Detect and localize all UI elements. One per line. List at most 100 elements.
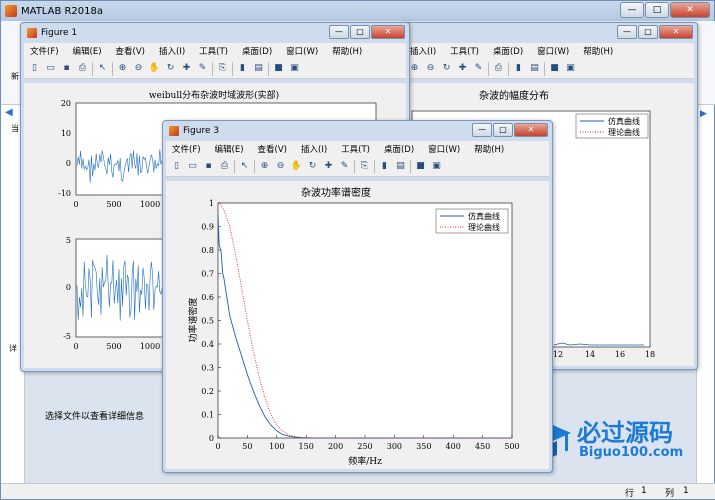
- fig3-colorbar-icon[interactable]: ▮: [378, 160, 391, 173]
- fig3-toolbar-separator: [374, 159, 375, 174]
- fig1-show-plottools-icon[interactable]: ▣: [288, 62, 301, 75]
- fig2-brush-icon[interactable]: ✎: [472, 62, 485, 75]
- chart-xlabel: 频率/Hz: [348, 455, 382, 467]
- fig2-maximize-button[interactable]: □: [638, 25, 658, 39]
- fig1-rotate-icon[interactable]: ↻: [164, 62, 177, 75]
- details-label: 详: [9, 344, 17, 353]
- fig1-datacursor-icon[interactable]: ✚: [180, 62, 193, 75]
- figure-3-titlebar: Figure 3 — □ ✕: [163, 121, 552, 141]
- fig1-open-icon[interactable]: ▭: [44, 62, 57, 75]
- fig2-minimize-button[interactable]: —: [617, 25, 637, 39]
- fig1-top-xtick: 1000: [140, 200, 160, 209]
- fig3-print-icon[interactable]: ⎙: [218, 160, 231, 173]
- fig2-legend-sim: 仿真曲线: [608, 116, 640, 126]
- fig3-new-figure-icon[interactable]: ▯: [170, 160, 183, 173]
- fig3-datacursor-icon[interactable]: ✚: [322, 160, 335, 173]
- fig3-brush-icon[interactable]: ✎: [338, 160, 351, 173]
- fig1-colorbar-icon[interactable]: ▮: [236, 62, 249, 75]
- fig2-colorbar-icon[interactable]: ▮: [512, 62, 525, 75]
- fig2-menu-desktop[interactable]: 桌面(D): [493, 45, 523, 57]
- fig1-brush-icon[interactable]: ✎: [196, 62, 209, 75]
- minimize-button[interactable]: —: [620, 2, 644, 18]
- fig1-menu-tools[interactable]: 工具(T): [199, 45, 228, 57]
- fig2-menu-insert[interactable]: 插入(I): [410, 45, 436, 57]
- fig2-menu-tools[interactable]: 工具(T): [450, 45, 479, 57]
- col-label: 列: [665, 489, 675, 499]
- maximize-button[interactable]: □: [645, 2, 669, 18]
- fig1-maximize-button[interactable]: □: [350, 25, 370, 39]
- fig3-toolbar-separator: [410, 159, 411, 174]
- fig2-close-button[interactable]: ✕: [659, 25, 693, 39]
- fig3-pan-icon[interactable]: ✋: [290, 160, 303, 173]
- fig1-minimize-button[interactable]: —: [329, 25, 349, 39]
- fig1-pointer-icon[interactable]: ↖: [96, 62, 109, 75]
- fig3-menu-desktop[interactable]: 桌面(D): [384, 143, 414, 155]
- fig1-zoom-out-icon[interactable]: ⊖: [132, 62, 145, 75]
- figure-2-titlebar: — □ ✕: [401, 23, 697, 43]
- fig1-link-icon[interactable]: ⎘: [216, 62, 229, 75]
- fig1-top-ytick: 20: [61, 99, 71, 108]
- fig2-print-icon[interactable]: ⎙: [492, 62, 505, 75]
- fig3-zoom-out-icon[interactable]: ⊖: [274, 160, 287, 173]
- fig1-menu-insert[interactable]: 插入(I): [159, 45, 185, 57]
- fig1-save-icon[interactable]: ▪: [60, 62, 73, 75]
- watermark-name: 必过源码: [577, 419, 673, 447]
- fig3-menu-help[interactable]: 帮助(H): [474, 143, 504, 155]
- fig3-menu-window[interactable]: 窗口(W): [428, 143, 460, 155]
- fig3-menu-file[interactable]: 文件(F): [172, 143, 201, 155]
- fig1-menu-help[interactable]: 帮助(H): [332, 45, 362, 57]
- legend-entry-sim: 仿真曲线: [468, 211, 500, 221]
- fig3-show-plottools-icon[interactable]: ▣: [430, 160, 443, 173]
- fig2-menu-window[interactable]: 窗口(W): [537, 45, 569, 57]
- fig3-toolbar-separator: [234, 159, 235, 174]
- fig1-new-figure-icon[interactable]: ▯: [28, 62, 41, 75]
- fig2-menu-help[interactable]: 帮助(H): [583, 45, 613, 57]
- fig3-minimize-button[interactable]: —: [472, 123, 492, 137]
- fig1-menu-file[interactable]: 文件(F): [30, 45, 59, 57]
- fig1-pan-icon[interactable]: ✋: [148, 62, 161, 75]
- fig1-menu-window[interactable]: 窗口(W): [286, 45, 318, 57]
- fig1-close-button[interactable]: ✕: [371, 25, 405, 39]
- close-button[interactable]: ✕: [670, 2, 710, 18]
- fig3-save-icon[interactable]: ▪: [202, 160, 215, 173]
- fig2-zoom-out-icon[interactable]: ⊖: [424, 62, 437, 75]
- chart-title: 杂波功率谱密度: [301, 186, 371, 199]
- fig2-datacursor-icon[interactable]: ✚: [456, 62, 469, 75]
- fig3-hide-plottools-icon[interactable]: ■: [414, 160, 427, 173]
- current-folder-label: 当: [11, 124, 19, 133]
- y-tick-label: 0.2: [201, 387, 214, 396]
- fig1-zoom-in-icon[interactable]: ⊕: [116, 62, 129, 75]
- fig2-hide-plottools-icon[interactable]: ■: [548, 62, 561, 75]
- fig3-menu-edit[interactable]: 编辑(E): [215, 143, 244, 155]
- fig3-zoom-in-icon[interactable]: ⊕: [258, 160, 271, 173]
- fig3-pointer-icon[interactable]: ↖: [238, 160, 251, 173]
- fig1-menu-desktop[interactable]: 桌面(D): [242, 45, 272, 57]
- expand-icon[interactable]: ▶: [700, 109, 707, 119]
- fig3-link-icon[interactable]: ⎘: [358, 160, 371, 173]
- fig1-menu-view[interactable]: 查看(V): [116, 45, 145, 57]
- fig1-legend-icon[interactable]: ▤: [252, 62, 265, 75]
- fig3-menu-tools[interactable]: 工具(T): [341, 143, 370, 155]
- fig1-top-ytick: -10: [58, 189, 71, 198]
- fig1-top-title: weibull分布杂波时域波形(实部): [149, 89, 279, 101]
- fig3-close-button[interactable]: ✕: [514, 123, 548, 137]
- fig2-rotate-icon[interactable]: ↻: [440, 62, 453, 75]
- details-hint: 选择文件以查看详细信息: [45, 412, 145, 422]
- fig3-menu-insert[interactable]: 插入(I): [301, 143, 327, 155]
- fig3-menu-view[interactable]: 查看(V): [258, 143, 287, 155]
- fig3-maximize-button[interactable]: □: [493, 123, 513, 137]
- x-tick-label: 450: [475, 442, 490, 451]
- fig1-hide-plottools-icon[interactable]: ■: [272, 62, 285, 75]
- fig2-show-plottools-icon[interactable]: ▣: [564, 62, 577, 75]
- fig2-toolbar-separator: [508, 61, 509, 76]
- new-button-label[interactable]: 新: [11, 71, 19, 82]
- back-arrow-icon[interactable]: ◀: [5, 107, 13, 118]
- fig2-legend-icon[interactable]: ▤: [528, 62, 541, 75]
- fig1-print-icon[interactable]: ⎙: [76, 62, 89, 75]
- figure-1-titlebar: Figure 1 — □ ✕: [21, 23, 409, 43]
- fig3-legend-icon[interactable]: ▤: [394, 160, 407, 173]
- fig3-open-icon[interactable]: ▭: [186, 160, 199, 173]
- fig1-menu-edit[interactable]: 编辑(E): [73, 45, 102, 57]
- fig3-rotate-icon[interactable]: ↻: [306, 160, 319, 173]
- fig1-bottom-xtick: 1000: [140, 342, 160, 351]
